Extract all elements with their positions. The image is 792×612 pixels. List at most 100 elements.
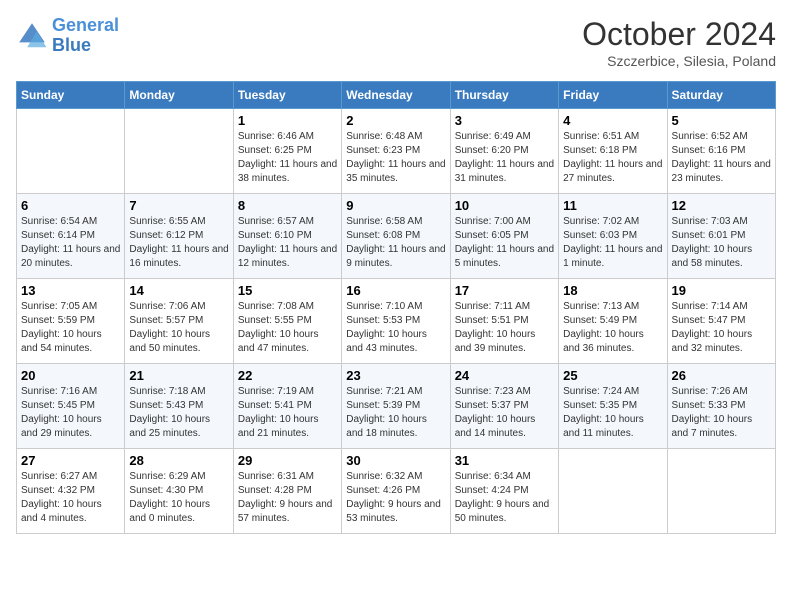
calendar-cell: 9Sunrise: 6:58 AM Sunset: 6:08 PM Daylig… <box>342 194 450 279</box>
day-info: Sunrise: 7:13 AM Sunset: 5:49 PM Dayligh… <box>563 300 662 356</box>
day-number: 17 <box>455 283 554 298</box>
day-info: Sunrise: 6:54 AM Sunset: 6:14 PM Dayligh… <box>21 215 120 271</box>
day-info: Sunrise: 7:10 AM Sunset: 5:53 PM Dayligh… <box>346 300 445 356</box>
day-header-saturday: Saturday <box>667 82 775 109</box>
calendar-cell: 11 Sunrise: 7:02 AM Sunset: 6:03 PM Dayli… <box>559 194 667 279</box>
calendar-cell: 5 Sunrise: 6:52 AM Sunset: 6:16 PM Daylig… <box>667 109 775 194</box>
calendar-cell: 25 Sunrise: 7:24 AM Sunset: 5:35 PM Dayli… <box>559 364 667 449</box>
day-number: 13 <box>21 283 120 298</box>
day-info: Sunrise: 6:31 AM Sunset: 4:28 PM Dayligh… <box>238 470 337 526</box>
calendar-cell: 28Sunrise: 6:29 AM Sunset: 4:30 PM Dayli… <box>125 449 233 534</box>
day-header-thursday: Thursday <box>450 82 558 109</box>
day-number: 12 <box>672 198 771 213</box>
day-number: 24 <box>455 368 554 383</box>
calendar-cell: 24 Sunrise: 7:23 AM Sunset: 5:37 PM Dayli… <box>450 364 558 449</box>
logo-icon <box>16 20 48 52</box>
calendar-cell: 23 Sunrise: 7:21 AM Sunset: 5:39 PM Dayli… <box>342 364 450 449</box>
day-info: Sunrise: 7:19 AM Sunset: 5:41 PM Dayligh… <box>238 385 337 441</box>
day-header-friday: Friday <box>559 82 667 109</box>
calendar-cell: 12 Sunrise: 7:03 AM Sunset: 6:01 PM Dayli… <box>667 194 775 279</box>
title-block: October 2024 Szczerbice, Silesia, Poland <box>582 16 776 69</box>
day-number: 23 <box>346 368 445 383</box>
calendar-cell: 3 Sunrise: 6:49 AM Sunset: 6:20 PM Daylig… <box>450 109 558 194</box>
calendar-cell: 2 Sunrise: 6:48 AM Sunset: 6:23 PM Daylig… <box>342 109 450 194</box>
day-number: 1 <box>238 113 337 128</box>
day-number: 5 <box>672 113 771 128</box>
calendar-cell: 13Sunrise: 7:05 AM Sunset: 5:59 PM Dayli… <box>17 279 125 364</box>
page-header: General Blue October 2024 Szczerbice, Si… <box>16 16 776 69</box>
calendar-header-row: SundayMondayTuesdayWednesdayThursdayFrid… <box>17 82 776 109</box>
day-info: Sunrise: 7:16 AM Sunset: 5:45 PM Dayligh… <box>21 385 120 441</box>
day-header-tuesday: Tuesday <box>233 82 341 109</box>
calendar-cell: 10 Sunrise: 7:00 AM Sunset: 6:05 PM Dayli… <box>450 194 558 279</box>
calendar-cell: 14Sunrise: 7:06 AM Sunset: 5:57 PM Dayli… <box>125 279 233 364</box>
day-number: 18 <box>563 283 662 298</box>
day-number: 30 <box>346 453 445 468</box>
day-number: 11 <box>563 198 662 213</box>
day-number: 9 <box>346 198 445 213</box>
day-info: Sunrise: 6:57 AM Sunset: 6:10 PM Dayligh… <box>238 215 337 271</box>
day-number: 19 <box>672 283 771 298</box>
day-number: 25 <box>563 368 662 383</box>
day-info: Sunrise: 6:49 AM Sunset: 6:20 PM Dayligh… <box>455 130 554 186</box>
calendar-body: 1 Sunrise: 6:46 AM Sunset: 6:25 PM Daylig… <box>17 109 776 534</box>
day-number: 2 <box>346 113 445 128</box>
day-number: 31 <box>455 453 554 468</box>
day-info: Sunrise: 7:03 AM Sunset: 6:01 PM Dayligh… <box>672 215 771 271</box>
day-header-sunday: Sunday <box>17 82 125 109</box>
calendar-table: SundayMondayTuesdayWednesdayThursdayFrid… <box>16 81 776 534</box>
calendar-cell: 17Sunrise: 7:11 AM Sunset: 5:51 PM Dayli… <box>450 279 558 364</box>
day-number: 27 <box>21 453 120 468</box>
day-info: Sunrise: 7:24 AM Sunset: 5:35 PM Dayligh… <box>563 385 662 441</box>
day-number: 21 <box>129 368 228 383</box>
day-info: Sunrise: 7:18 AM Sunset: 5:43 PM Dayligh… <box>129 385 228 441</box>
calendar-cell <box>559 449 667 534</box>
calendar-cell: 18 Sunrise: 7:13 AM Sunset: 5:49 PM Dayli… <box>559 279 667 364</box>
day-info: Sunrise: 7:00 AM Sunset: 6:05 PM Dayligh… <box>455 215 554 271</box>
calendar-cell: 30Sunrise: 6:32 AM Sunset: 4:26 PM Dayli… <box>342 449 450 534</box>
calendar-cell: 15 Sunrise: 7:08 AM Sunset: 5:55 PM Dayli… <box>233 279 341 364</box>
day-info: Sunrise: 6:46 AM Sunset: 6:25 PM Dayligh… <box>238 130 337 186</box>
day-info: Sunrise: 7:02 AM Sunset: 6:03 PM Dayligh… <box>563 215 662 271</box>
day-info: Sunrise: 6:55 AM Sunset: 6:12 PM Dayligh… <box>129 215 228 271</box>
week-row-1: 1 Sunrise: 6:46 AM Sunset: 6:25 PM Daylig… <box>17 109 776 194</box>
day-info: Sunrise: 7:08 AM Sunset: 5:55 PM Dayligh… <box>238 300 337 356</box>
day-number: 6 <box>21 198 120 213</box>
day-number: 7 <box>129 198 228 213</box>
day-info: Sunrise: 6:27 AM Sunset: 4:32 PM Dayligh… <box>21 470 120 526</box>
day-info: Sunrise: 6:34 AM Sunset: 4:24 PM Dayligh… <box>455 470 554 526</box>
day-number: 16 <box>346 283 445 298</box>
day-number: 22 <box>238 368 337 383</box>
calendar-cell: 4Sunrise: 6:51 AM Sunset: 6:18 PM Daylig… <box>559 109 667 194</box>
day-number: 26 <box>672 368 771 383</box>
day-number: 3 <box>455 113 554 128</box>
logo: General Blue <box>16 16 119 56</box>
day-info: Sunrise: 7:26 AM Sunset: 5:33 PM Dayligh… <box>672 385 771 441</box>
calendar-cell: 31 Sunrise: 6:34 AM Sunset: 4:24 PM Dayli… <box>450 449 558 534</box>
calendar-cell <box>125 109 233 194</box>
calendar-cell <box>17 109 125 194</box>
week-row-3: 13Sunrise: 7:05 AM Sunset: 5:59 PM Dayli… <box>17 279 776 364</box>
calendar-cell: 27 Sunrise: 6:27 AM Sunset: 4:32 PM Dayli… <box>17 449 125 534</box>
calendar-cell: 7 Sunrise: 6:55 AM Sunset: 6:12 PM Daylig… <box>125 194 233 279</box>
day-number: 14 <box>129 283 228 298</box>
day-info: Sunrise: 6:52 AM Sunset: 6:16 PM Dayligh… <box>672 130 771 186</box>
day-info: Sunrise: 7:21 AM Sunset: 5:39 PM Dayligh… <box>346 385 445 441</box>
day-number: 10 <box>455 198 554 213</box>
calendar-cell: 22 Sunrise: 7:19 AM Sunset: 5:41 PM Dayli… <box>233 364 341 449</box>
day-number: 15 <box>238 283 337 298</box>
day-number: 4 <box>563 113 662 128</box>
day-number: 8 <box>238 198 337 213</box>
day-header-wednesday: Wednesday <box>342 82 450 109</box>
day-info: Sunrise: 6:48 AM Sunset: 6:23 PM Dayligh… <box>346 130 445 186</box>
calendar-cell: 16 Sunrise: 7:10 AM Sunset: 5:53 PM Dayli… <box>342 279 450 364</box>
calendar-cell: 26 Sunrise: 7:26 AM Sunset: 5:33 PM Dayli… <box>667 364 775 449</box>
day-info: Sunrise: 7:23 AM Sunset: 5:37 PM Dayligh… <box>455 385 554 441</box>
week-row-2: 6 Sunrise: 6:54 AM Sunset: 6:14 PM Daylig… <box>17 194 776 279</box>
location: Szczerbice, Silesia, Poland <box>582 53 776 69</box>
calendar-cell: 19 Sunrise: 7:14 AM Sunset: 5:47 PM Dayli… <box>667 279 775 364</box>
calendar-cell: 21 Sunrise: 7:18 AM Sunset: 5:43 PM Dayli… <box>125 364 233 449</box>
week-row-5: 27 Sunrise: 6:27 AM Sunset: 4:32 PM Dayli… <box>17 449 776 534</box>
day-info: Sunrise: 7:14 AM Sunset: 5:47 PM Dayligh… <box>672 300 771 356</box>
day-number: 20 <box>21 368 120 383</box>
